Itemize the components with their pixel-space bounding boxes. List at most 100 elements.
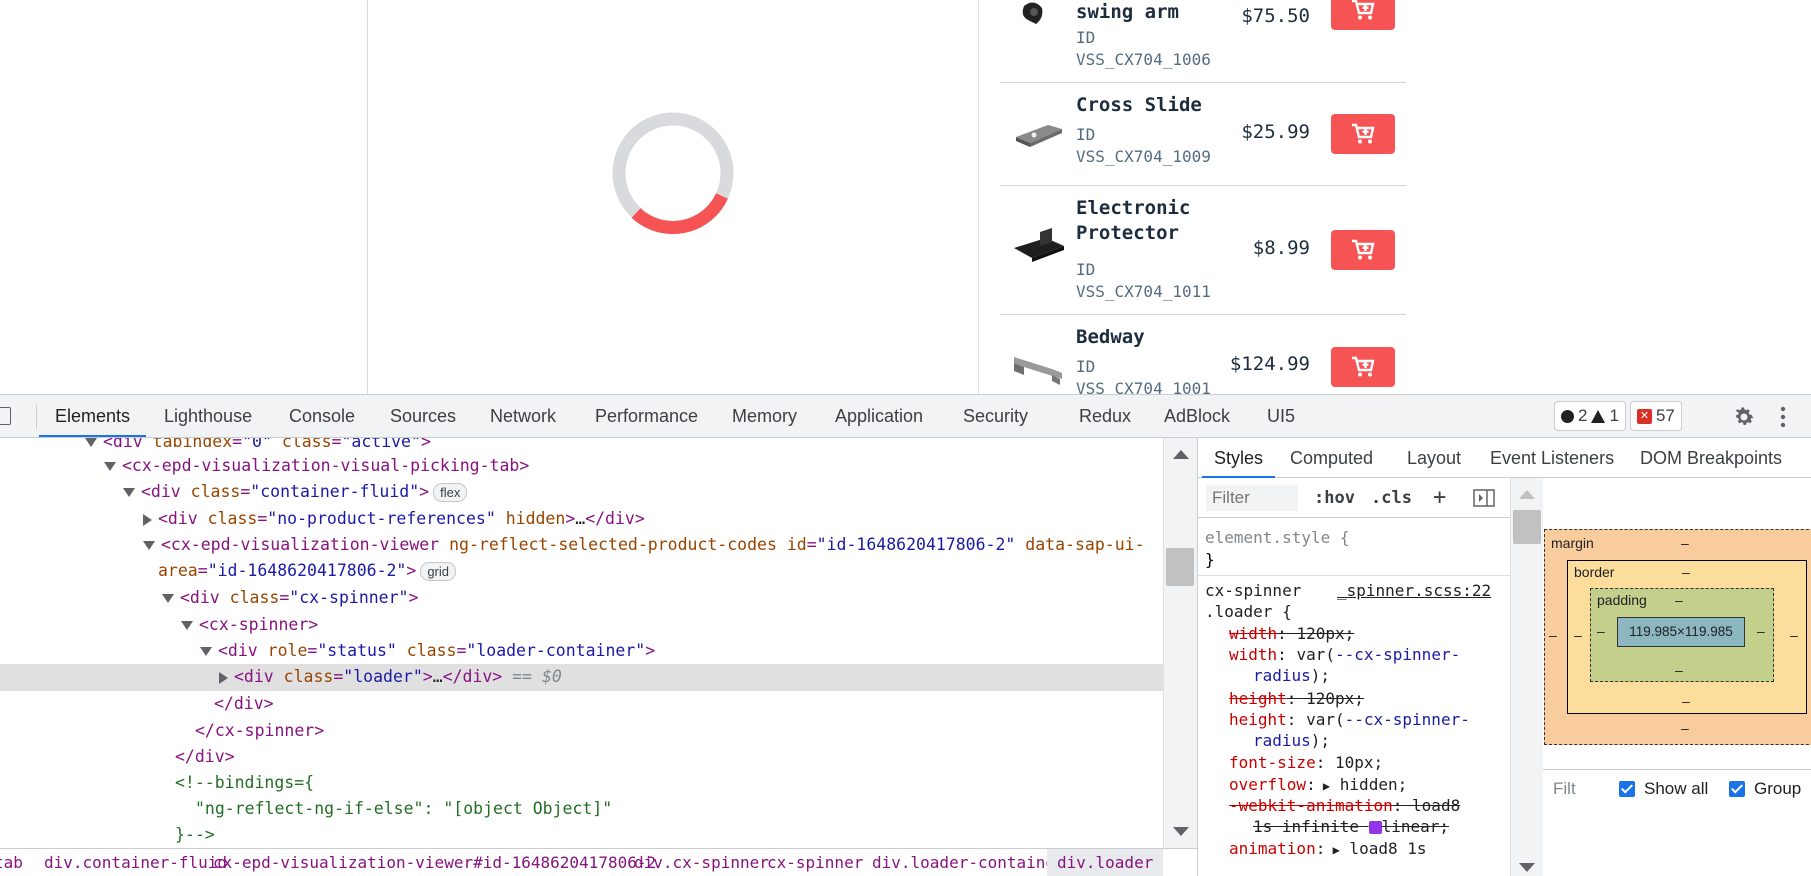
css-declaration[interactable]: width: var(--cx-spinner-: [1229, 644, 1460, 665]
tab-sources[interactable]: Sources: [390, 395, 456, 437]
tab-redux[interactable]: Redux: [1079, 395, 1131, 437]
tab-network[interactable]: Network: [490, 395, 556, 437]
dom-comment[interactable]: "ng-reflect-ng-if-else": "[object Object…: [0, 796, 1163, 823]
breadcrumb-item-active[interactable]: div.loader: [1047, 849, 1164, 876]
add-to-cart-button[interactable]: [1331, 0, 1395, 30]
border-top-value[interactable]: –: [1682, 564, 1690, 580]
new-style-rule-button[interactable]: +: [1433, 485, 1446, 511]
dom-scrollbar[interactable]: [1163, 438, 1197, 848]
padding-right-value[interactable]: –: [1757, 623, 1765, 639]
tab-elements[interactable]: Elements: [38, 395, 147, 437]
issues-counter[interactable]: ✕ 57: [1629, 401, 1682, 431]
margin-top-value[interactable]: –: [1681, 535, 1689, 551]
breadcrumb-item[interactable]: tab: [0, 849, 23, 876]
product-name[interactable]: Electronic Protector: [1076, 196, 1206, 246]
scroll-up-icon[interactable]: [1519, 490, 1535, 499]
tab-layout[interactable]: Layout: [1407, 438, 1461, 478]
styles-filter-input[interactable]: [1206, 485, 1298, 511]
dom-node-close[interactable]: </div>: [0, 744, 1163, 771]
breadcrumb-item[interactable]: div.container-fluid: [44, 849, 227, 876]
box-model-margin[interactable]: margin – – – border – – – – padding – – …: [1544, 529, 1811, 745]
margin-bottom-value[interactable]: –: [1681, 720, 1689, 736]
issue-counters[interactable]: 2 1 ✕ 57: [1554, 401, 1682, 431]
hover-state-button[interactable]: :hov: [1314, 485, 1355, 511]
toggle-sidebar-icon[interactable]: [1473, 489, 1495, 507]
dom-node-continued[interactable]: area="id-1648620417806-2"> grid: [0, 558, 1163, 585]
add-to-cart-button[interactable]: [1331, 114, 1395, 154]
flex-badge[interactable]: flex: [433, 483, 468, 502]
dom-node[interactable]: <div class="container-fluid"> flex: [0, 479, 1163, 506]
dom-node[interactable]: <div role="status" class="loader-contain…: [0, 638, 1163, 665]
dom-node[interactable]: <div class="no-product-references" hidde…: [0, 506, 1163, 533]
settings-gear-icon[interactable]: [1732, 405, 1756, 429]
box-model-border[interactable]: border – – – – padding – – – – 119.985×1…: [1567, 560, 1807, 714]
dom-node[interactable]: <cx-epd-visualization-visual-picking-tab…: [0, 453, 1163, 480]
computed-filter-input[interactable]: Filt: [1553, 779, 1576, 799]
dom-node-close[interactable]: </cx-spinner>: [0, 718, 1163, 745]
product-name[interactable]: Bedway: [1076, 325, 1206, 350]
dom-node[interactable]: <div class="cx-spinner">: [0, 585, 1163, 612]
css-declaration[interactable]: animation: ▶ load8 1s: [1229, 838, 1427, 861]
styles-scrollbar[interactable]: [1510, 478, 1543, 876]
tab-lighthouse[interactable]: Lighthouse: [164, 395, 252, 437]
css-declaration-continued[interactable]: radius);: [1253, 665, 1330, 686]
styles-rules[interactable]: element.style { } cx-spinner _spinner.sc…: [1198, 519, 1510, 876]
dom-tree[interactable]: <div tabindex="0" class="active"> <cx-ep…: [0, 438, 1163, 848]
tab-styles[interactable]: Styles: [1201, 438, 1276, 478]
scroll-up-icon[interactable]: [1173, 450, 1189, 459]
group-checkbox[interactable]: [1729, 781, 1745, 797]
breadcrumb-item[interactable]: cx-epd-visualization-viewer#id-164862041…: [213, 849, 656, 876]
css-declaration[interactable]: height: var(--cx-spinner-: [1229, 709, 1470, 730]
css-declaration[interactable]: font-size: 10px;: [1229, 752, 1383, 773]
show-all-checkbox[interactable]: [1619, 781, 1635, 797]
scroll-thumb[interactable]: [1513, 510, 1541, 544]
grid-badge[interactable]: grid: [420, 562, 456, 581]
tab-dom-breakpoints[interactable]: DOM Breakpoints: [1640, 438, 1782, 478]
tab-console[interactable]: Console: [289, 395, 355, 437]
tab-performance[interactable]: Performance: [595, 395, 698, 437]
css-declaration[interactable]: overflow: ▶ hidden;: [1229, 774, 1407, 797]
css-declaration-overridden[interactable]: height: 120px;: [1229, 688, 1364, 709]
scroll-down-icon[interactable]: [1173, 827, 1189, 836]
padding-top-value[interactable]: –: [1675, 592, 1683, 608]
border-left-value[interactable]: –: [1574, 627, 1582, 643]
scroll-down-icon[interactable]: [1519, 863, 1535, 872]
border-right-value[interactable]: –: [1790, 627, 1798, 643]
tab-security[interactable]: Security: [963, 395, 1028, 437]
tab-ui5[interactable]: UI5: [1267, 395, 1295, 437]
breadcrumb-item[interactable]: div.loader-container: [872, 849, 1065, 876]
breadcrumb-item[interactable]: cx-spinner: [767, 849, 863, 876]
dom-node[interactable]: <cx-spinner>: [0, 612, 1163, 639]
tab-application[interactable]: Application: [835, 395, 923, 437]
tab-adblock[interactable]: AdBlock: [1164, 395, 1230, 437]
product-name[interactable]: swing arm: [1076, 0, 1206, 25]
rule-selector[interactable]: .loader {: [1205, 601, 1292, 622]
breadcrumb-item[interactable]: div.cx-spinner: [634, 849, 769, 876]
css-declaration-overridden[interactable]: width: 120px;: [1229, 623, 1354, 644]
more-options-icon[interactable]: [1778, 405, 1788, 429]
box-model-content-size[interactable]: 119.985×119.985: [1617, 617, 1745, 647]
dom-comment[interactable]: }-->: [0, 822, 1163, 848]
dom-comment[interactable]: <!--bindings={: [0, 770, 1163, 797]
stylesheet-source-link[interactable]: _spinner.scss:22: [1337, 580, 1491, 601]
tab-memory[interactable]: Memory: [732, 395, 797, 437]
padding-left-value[interactable]: –: [1597, 623, 1605, 639]
element-style-selector[interactable]: element.style {: [1205, 527, 1350, 548]
class-toggle-button[interactable]: .cls: [1371, 485, 1412, 511]
dom-node-selected[interactable]: <div class="loader">…</div> == $0: [0, 664, 1163, 691]
css-declaration-continued[interactable]: 1s infinite linear;: [1253, 816, 1449, 837]
css-declaration-overridden[interactable]: -webkit-animation: load8: [1229, 795, 1460, 816]
box-model-padding[interactable]: padding – – – – 119.985×119.985: [1590, 588, 1774, 682]
tab-computed[interactable]: Computed: [1290, 438, 1373, 478]
dom-node-close[interactable]: </div>: [0, 691, 1163, 718]
errors-counter[interactable]: 2 1: [1554, 401, 1626, 431]
dom-node[interactable]: <cx-epd-visualization-viewer ng-reflect-…: [0, 532, 1163, 559]
padding-bottom-value[interactable]: –: [1675, 662, 1683, 678]
easing-editor-icon[interactable]: [1368, 821, 1382, 834]
css-declaration-continued[interactable]: radius);: [1253, 730, 1330, 751]
margin-left-value[interactable]: –: [1549, 627, 1557, 643]
tab-event-listeners[interactable]: Event Listeners: [1490, 438, 1614, 478]
product-name[interactable]: Cross Slide: [1076, 93, 1206, 118]
inspect-element-icon[interactable]: [0, 407, 11, 425]
rule-selector[interactable]: cx-spinner: [1205, 580, 1301, 601]
